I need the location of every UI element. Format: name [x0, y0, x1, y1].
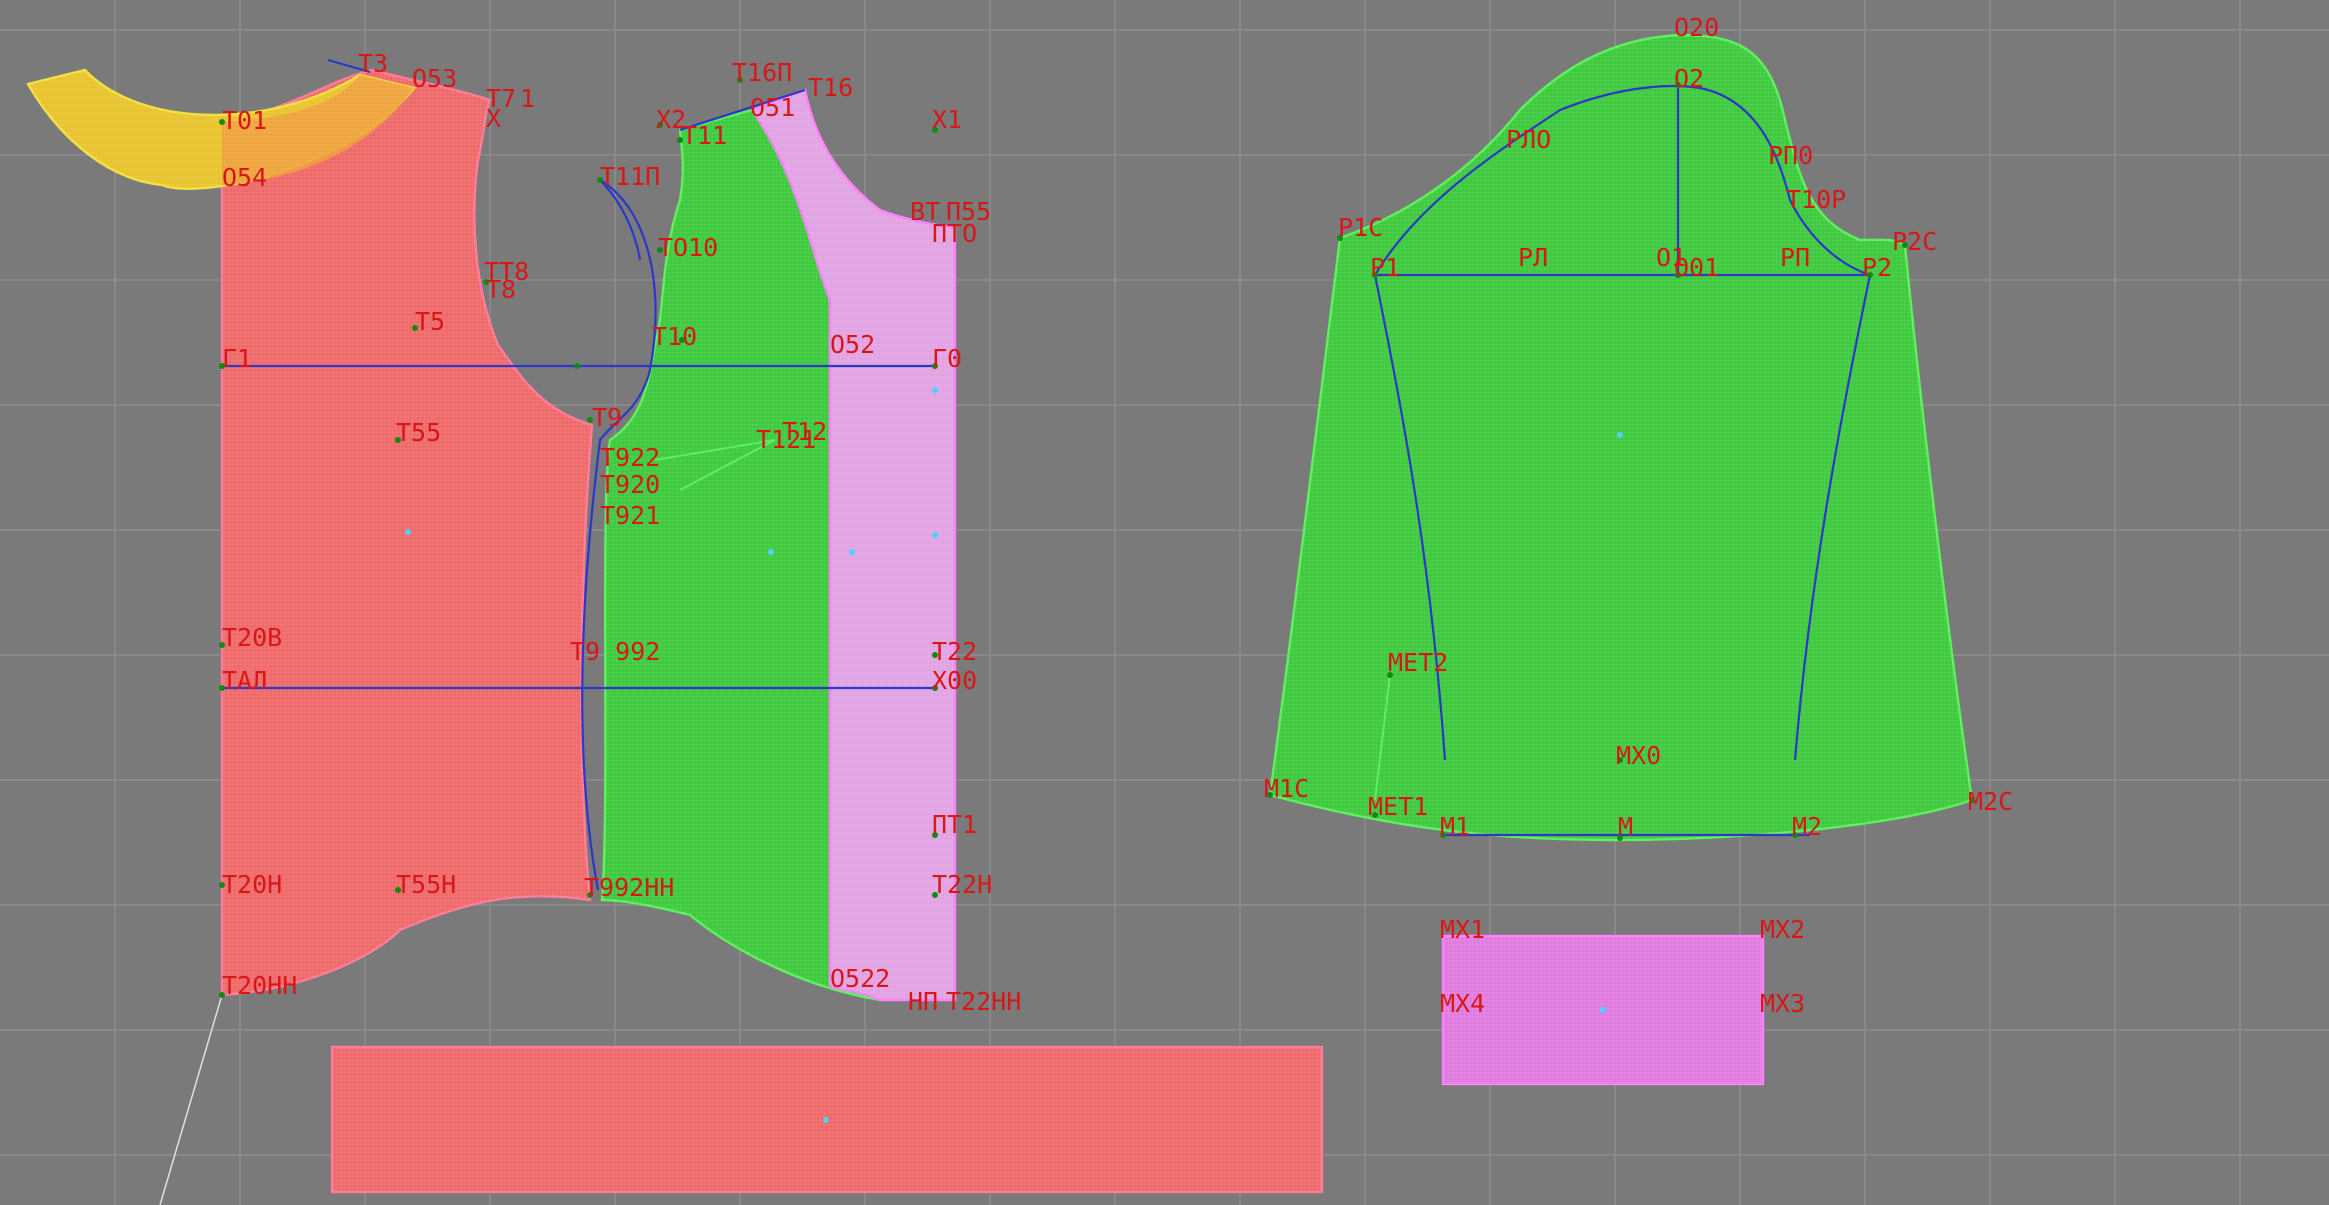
label-T11P: Т11П	[600, 162, 660, 191]
label-M: М	[1618, 812, 1633, 841]
label-O51: О51	[750, 93, 795, 122]
label-T9: Т9	[592, 403, 622, 432]
label-T121: Т121	[756, 425, 816, 454]
label-R1C: Р1С	[1338, 213, 1383, 242]
label-M1: М1	[1440, 812, 1470, 841]
label-RL: РЛ	[1518, 243, 1548, 272]
label-RP0: РП0	[1768, 141, 1813, 170]
placket-marker-3	[932, 532, 938, 538]
label-O54: О54	[222, 163, 267, 192]
label-X1: Х1	[932, 105, 962, 134]
label-T20NN: Т20НН	[222, 971, 297, 1000]
label-RP: РП	[1780, 243, 1810, 272]
label-MX4: МХ4	[1440, 989, 1485, 1018]
placket-marker-2	[932, 387, 938, 393]
label-MET2: МЕТ2	[1388, 648, 1448, 677]
label-R2C: Р2С	[1892, 227, 1937, 256]
label-T22N: Т22Н	[932, 870, 992, 899]
placket-center-marker	[849, 549, 855, 555]
label-T99N: Т992НН	[584, 873, 674, 902]
label-PTO: ПТО	[932, 219, 977, 248]
label-T20V: Т20В	[222, 623, 282, 652]
label-O01: О01	[1674, 253, 1719, 282]
label-O2: О2	[1674, 64, 1704, 93]
label-MX3: МХ3	[1760, 989, 1805, 1018]
label-T3: Т3	[358, 49, 388, 78]
label-T22: Т22	[932, 637, 977, 666]
label-T22NN: Т22НН	[946, 987, 1021, 1016]
sleeve-center-marker	[1617, 432, 1623, 438]
label-T8: Т8	[486, 275, 516, 304]
label-T920: Т920	[600, 470, 660, 499]
label-T10: Т10	[652, 322, 697, 351]
back-center-marker	[405, 529, 411, 535]
label-G0: Г0	[932, 344, 962, 373]
pointer-line	[159, 994, 223, 1205]
label-NP: НП	[908, 987, 938, 1016]
label-TAL: ТАЛ	[222, 666, 267, 695]
label-MET1: МЕТ1	[1368, 792, 1428, 821]
label-T921: Т921	[600, 501, 660, 530]
pattern-canvas[interactable]: Т3 О53 Т7 1 Х Т01 О54 ТТ8 Т8 Т5 Г1 Т55 Т…	[0, 0, 2329, 1205]
label-M2: М2	[1792, 812, 1822, 841]
label-RL0: РЛО	[1506, 125, 1551, 154]
label-MX2: МХ2	[1760, 915, 1805, 944]
label-T922: Т922	[600, 443, 660, 472]
label-T20N: Т20Н	[222, 870, 282, 899]
label-R1: Р1	[1370, 253, 1400, 282]
label-T71: 1	[520, 84, 535, 113]
label-T11: Т11	[682, 121, 727, 150]
label-M1C: М1С	[1264, 774, 1309, 803]
label-T55: Т55	[396, 418, 441, 447]
label-MX1: МХ1	[1440, 915, 1485, 944]
label-T01: Т01	[222, 106, 267, 135]
cuff-center-marker	[1600, 1007, 1606, 1013]
label-X00: Х00	[932, 666, 977, 695]
label-O20: О20	[1674, 13, 1719, 42]
label-O522: О522	[830, 964, 890, 993]
label-PT1: ПТ1	[932, 810, 977, 839]
label-M2C: М2С	[1968, 787, 2013, 816]
label-T55N: Т55Н	[396, 870, 456, 899]
label-T10R: Т10Р	[1786, 185, 1846, 214]
label-X: Х	[486, 104, 501, 133]
label-MX0: МХ0	[1616, 741, 1661, 770]
front-center-marker	[768, 549, 774, 555]
label-T5: Т5	[415, 307, 445, 336]
label-T16: Т16	[808, 73, 853, 102]
label-G1: Г1	[222, 344, 252, 373]
dart-line	[599, 179, 642, 261]
label-O52: О52	[830, 330, 875, 359]
label-T16P: Т16П	[732, 58, 792, 87]
label-TO10: ТО10	[658, 233, 718, 262]
belt-center-marker	[823, 1117, 829, 1123]
label-T992: Т9 992	[570, 637, 660, 666]
label-O53: О53	[412, 64, 457, 93]
point-mid-chest	[574, 363, 580, 369]
label-R2: Р2	[1862, 253, 1892, 282]
